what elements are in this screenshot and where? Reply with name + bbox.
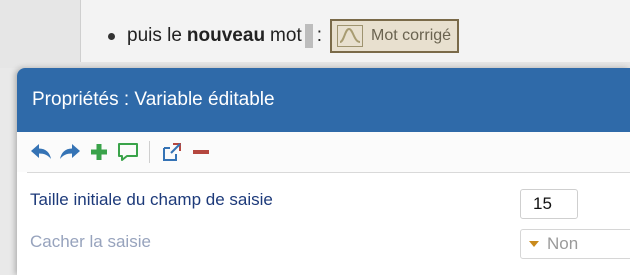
text-before: puis le <box>127 25 182 46</box>
wave-icon <box>337 25 364 47</box>
open-external-icon <box>162 143 181 161</box>
text-cursor <box>304 24 313 48</box>
toolbar <box>17 132 630 172</box>
dialog-header: Propriétés : Variable éditable <box>17 68 630 132</box>
document-background: puis le nouveau mot : Mot corrigé <box>0 0 630 68</box>
toolbar-separator <box>149 141 150 163</box>
properties-dialog: Propriétés : Variable éditable Taille in… <box>17 68 630 275</box>
hide-label: Cacher la saisie <box>30 232 151 251</box>
size-input[interactable]: 15 <box>520 189 578 219</box>
toolbar-divider <box>27 172 630 173</box>
remove-button[interactable] <box>188 140 213 165</box>
size-row: Taille initiale du champ de saisie <box>30 190 510 210</box>
bullet <box>108 32 115 40</box>
redo-button[interactable] <box>57 140 82 165</box>
bold-word: nouveau <box>186 25 266 46</box>
text-after: mot <box>270 25 302 46</box>
open-external-button[interactable] <box>159 140 184 165</box>
colon: : <box>316 25 323 46</box>
redo-icon <box>59 144 80 159</box>
comment-button[interactable] <box>115 140 140 165</box>
dropdown-arrow-icon <box>529 241 539 247</box>
add-icon <box>90 144 107 160</box>
hide-row: Cacher la saisie <box>30 232 510 252</box>
chip-label: Mot corrigé <box>371 27 452 44</box>
size-label: Taille initiale du champ de saisie <box>30 190 273 209</box>
editable-variable-chip[interactable]: Mot corrigé <box>330 19 460 53</box>
remove-icon <box>192 150 209 154</box>
undo-button[interactable] <box>28 140 53 165</box>
undo-icon <box>30 144 51 159</box>
dialog-title: Propriétés : Variable éditable <box>32 89 275 110</box>
comment-icon <box>117 143 138 161</box>
hide-select[interactable]: Non <box>520 229 630 259</box>
hide-select-value: Non <box>547 234 579 253</box>
add-button[interactable] <box>86 140 111 165</box>
document-line: puis le nouveau mot : Mot corrigé <box>108 19 460 53</box>
